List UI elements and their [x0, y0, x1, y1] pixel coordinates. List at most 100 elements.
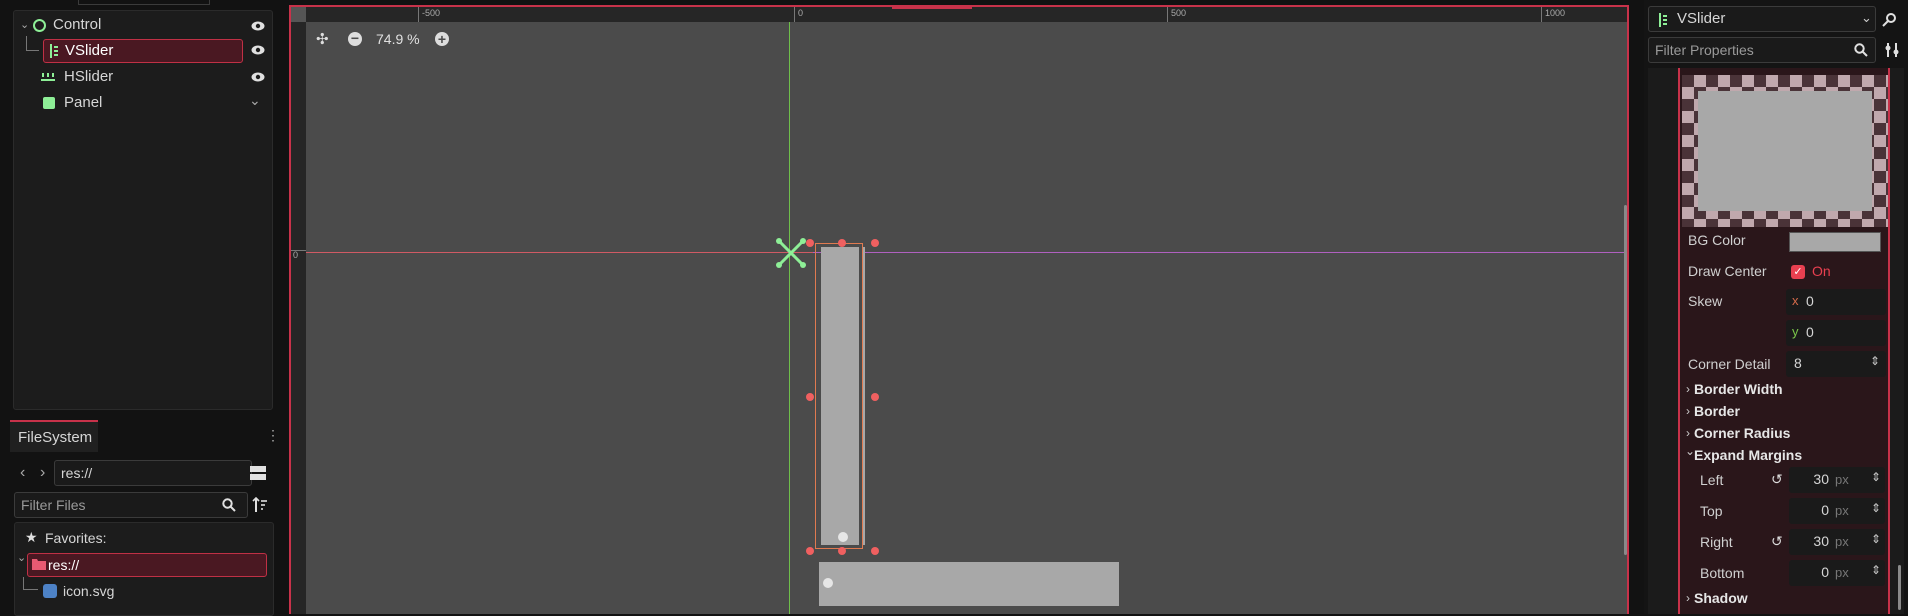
tree-item-control[interactable]: ⌄ Control [14, 13, 272, 37]
resize-handle[interactable] [871, 239, 879, 247]
split-view-icon[interactable] [250, 465, 266, 481]
tree-item-label: Control [53, 16, 102, 33]
search-icon [222, 498, 236, 512]
resource-right-border [1888, 68, 1890, 614]
vslider-grabber[interactable] [838, 532, 848, 542]
section-border-width[interactable]: Border Width [1694, 381, 1783, 397]
sort-icon[interactable] [252, 497, 268, 513]
chevron-right-icon[interactable]: › [1686, 404, 1690, 418]
ruler-tick [418, 7, 419, 22]
spin-arrows-icon[interactable]: ⇕ [1871, 563, 1881, 577]
hslider-track[interactable] [819, 562, 1119, 606]
margin-bottom-field[interactable]: 0 px ⇕ [1789, 560, 1885, 586]
margin-right-field[interactable]: 30 px ⇕ [1789, 529, 1885, 555]
resize-handle[interactable] [838, 239, 846, 247]
zoom-in-icon[interactable]: + [435, 32, 449, 46]
chevron-down-icon[interactable]: ⌄ [20, 13, 29, 37]
visibility-eye-icon[interactable] [251, 72, 265, 82]
filter-properties-input[interactable]: Filter Properties [1648, 37, 1876, 63]
zoom-level[interactable]: 74.9 % [376, 31, 420, 47]
canvas-viewport[interactable]: -500 0 500 1000 0 ✣ − 74.9 % + [289, 5, 1629, 614]
section-expand-margins[interactable]: Expand Margins [1694, 447, 1802, 463]
visibility-eye-icon[interactable] [251, 21, 265, 31]
bg-color-swatch[interactable] [1789, 232, 1881, 252]
axis-x-label: x [1792, 293, 1799, 308]
hslider-grabber[interactable] [823, 578, 833, 588]
node-selector[interactable]: VSlider ⌄ [1648, 6, 1876, 32]
tools-icon[interactable] [1884, 42, 1900, 58]
checkbox-checked-icon[interactable]: ✓ [1791, 265, 1805, 279]
skew-y-field[interactable]: y 0 [1786, 320, 1886, 346]
resize-handle[interactable] [871, 547, 879, 555]
zoom-out-icon[interactable]: − [348, 31, 362, 46]
revert-icon[interactable]: ↺ [1771, 533, 1783, 550]
anchor-guide [813, 252, 1627, 253]
corner-detail-value: 8 [1794, 355, 1802, 371]
ruler-label: 0 [798, 8, 804, 18]
horizontal-ruler: -500 0 500 1000 [291, 7, 1627, 22]
chevron-down-icon[interactable]: ⌄ [17, 551, 26, 564]
chevron-right-icon[interactable]: › [1686, 426, 1690, 440]
folder-icon [32, 559, 46, 570]
spin-arrows-icon[interactable]: ⇕ [1870, 354, 1880, 368]
forward-arrow-icon[interactable]: › [40, 464, 45, 482]
corner-detail-field[interactable]: 8 ⇕ [1786, 351, 1886, 377]
skew-y-value: 0 [1806, 324, 1814, 340]
resize-handle[interactable] [806, 239, 814, 247]
spin-arrows-icon[interactable]: ⇕ [1871, 532, 1881, 546]
vertical-ruler: 0 [291, 22, 306, 614]
node-selector-label: VSlider [1677, 10, 1726, 27]
inspector-scrollbar[interactable] [1898, 565, 1901, 610]
file-tree: ★ Favorites: ⌄ res:// icon.svg [14, 522, 274, 616]
skew-label: Skew [1688, 293, 1723, 309]
object-search-icon[interactable] [1882, 12, 1898, 28]
margin-right-label: Right [1700, 534, 1733, 550]
tree-item-vslider[interactable]: VSlider [43, 39, 243, 63]
pivot-gizmo-icon[interactable] [775, 237, 807, 269]
back-arrow-icon[interactable]: ‹ [20, 464, 25, 482]
section-corner-radius[interactable]: Corner Radius [1694, 425, 1790, 441]
viewport-scrollbar[interactable] [1624, 205, 1627, 555]
skew-x-field[interactable]: x 0 [1786, 289, 1886, 315]
selection-outline [815, 243, 863, 549]
star-icon: ★ [25, 529, 38, 545]
tab-filesystem[interactable]: FileSystem [10, 420, 98, 452]
margin-left-field[interactable]: 30 px ⇕ [1789, 467, 1885, 493]
tree-item-label: Panel [64, 94, 103, 111]
file-item-res-root[interactable]: res:// [27, 553, 267, 577]
kebab-menu-icon[interactable]: ⋮ [266, 428, 280, 442]
margin-top-field[interactable]: 0 px ⇕ [1789, 498, 1885, 524]
unit-label: px [1835, 472, 1849, 487]
center-view-icon[interactable]: ✣ [316, 30, 329, 48]
tree-item-panel[interactable]: Panel ⌄ [14, 91, 272, 115]
resize-handle[interactable] [806, 547, 814, 555]
tree-item-hslider[interactable]: HSlider [14, 65, 272, 89]
path-input[interactable]: res:// [54, 460, 252, 486]
visibility-eye-icon[interactable] [251, 45, 265, 55]
tree-connector [23, 577, 38, 590]
tree-item-label: HSlider [64, 68, 114, 85]
resize-handle[interactable] [806, 393, 814, 401]
draw-center-value: On [1812, 263, 1831, 279]
axis-y-label: y [1792, 324, 1799, 339]
spin-arrows-icon[interactable]: ⇕ [1871, 501, 1881, 515]
spin-arrows-icon[interactable]: ⇕ [1871, 470, 1881, 484]
tree-connector [26, 36, 39, 51]
revert-icon[interactable]: ↺ [1771, 471, 1783, 488]
tree-item-label: VSlider [65, 42, 114, 59]
file-item-icon-svg[interactable]: icon.svg [39, 581, 259, 603]
ruler-tick [794, 7, 795, 22]
section-border[interactable]: Border [1694, 403, 1740, 419]
svg-file-icon [43, 584, 57, 598]
section-shadow[interactable]: Shadow [1694, 590, 1748, 606]
resize-handle[interactable] [838, 547, 846, 555]
chevron-right-icon[interactable]: › [1686, 382, 1690, 396]
bg-color-label: BG Color [1688, 232, 1746, 248]
chevron-right-icon[interactable]: › [1686, 591, 1690, 605]
panel-icon [43, 97, 55, 109]
resize-handle[interactable] [871, 393, 879, 401]
ruler-label: -500 [422, 8, 441, 18]
filter-files-input[interactable]: Filter Files [14, 492, 248, 518]
stylebox-preview [1682, 75, 1888, 227]
chevron-down-icon[interactable]: ⌄ [249, 88, 261, 112]
